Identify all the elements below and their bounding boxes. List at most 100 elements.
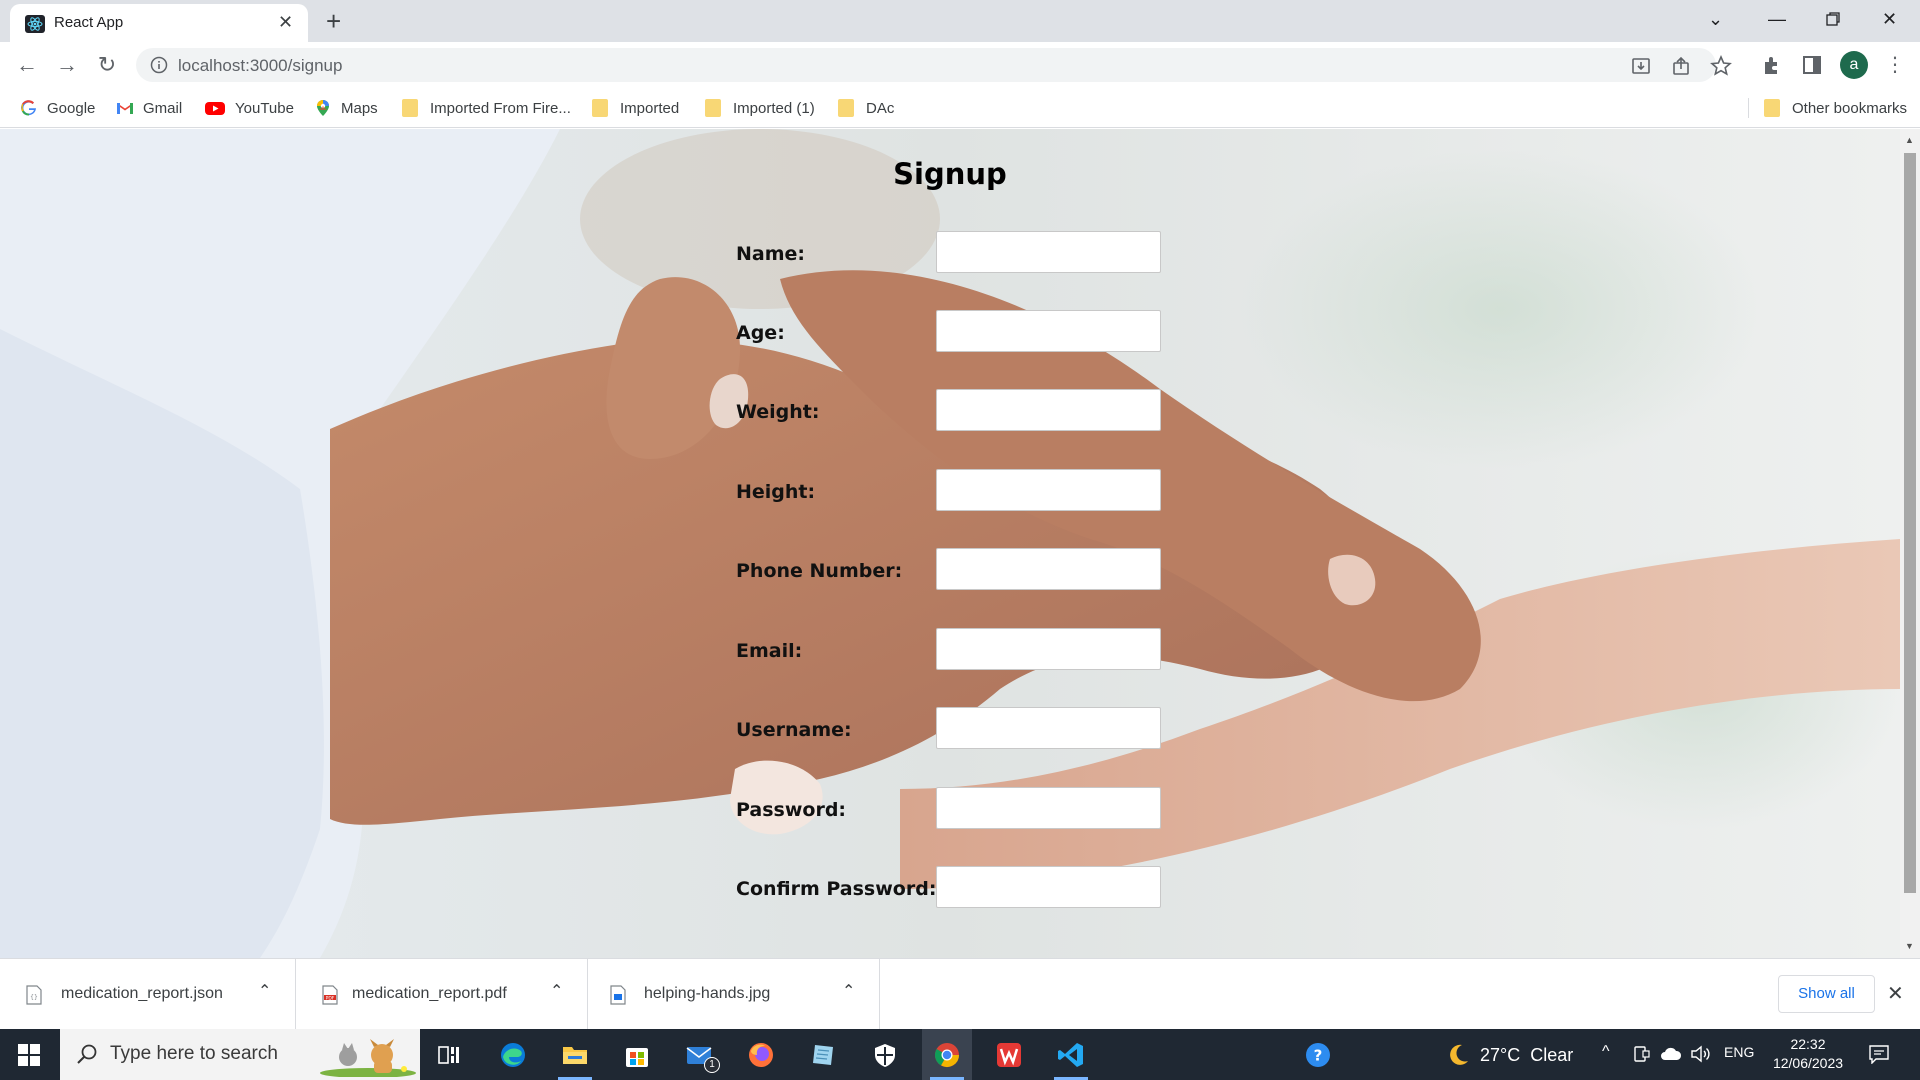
folder-icon (1764, 99, 1780, 117)
react-icon (25, 15, 45, 33)
weather-widget[interactable]: 27°C Clear (1444, 1041, 1573, 1069)
page-title: Signup (893, 157, 1007, 191)
taskbar-app-wps-office[interactable] (984, 1029, 1034, 1080)
shield-icon (875, 1044, 895, 1067)
name-label: Name: (736, 243, 806, 265)
bookmark-google[interactable]: Google (20, 97, 95, 119)
clock-date: 12/06/2023 (1772, 1055, 1844, 1071)
device-icon[interactable] (1632, 1045, 1650, 1063)
url-text[interactable]: localhost:3000/signup (178, 56, 342, 76)
bookmark-folder-imported[interactable]: Imported (592, 97, 679, 119)
taskbar-clock[interactable]: 22:32 12/06/2023 (1768, 1035, 1848, 1073)
download-filename: medication_report.json (61, 985, 223, 1002)
minimize-button[interactable]: — (1768, 6, 1786, 32)
download-item[interactable]: PDF medication_report.pdf ⌃ (296, 959, 588, 1030)
bookmark-label: YouTube (235, 99, 294, 117)
email-input[interactable] (936, 628, 1161, 670)
profile-avatar[interactable]: a (1840, 51, 1868, 79)
chevron-up-icon[interactable]: ⌃ (550, 981, 563, 1001)
help-icon[interactable]: ? (1304, 1041, 1332, 1069)
reload-button[interactable]: ↻ (92, 50, 122, 80)
taskbar-app-file-explorer[interactable] (550, 1029, 600, 1080)
bookmark-maps[interactable]: Maps (314, 97, 378, 119)
page-viewport: Signup Name: Age: Weight: Height: Phone … (0, 129, 1900, 958)
install-app-icon[interactable] (1630, 55, 1652, 77)
show-hidden-icons-chevron-icon[interactable]: ^ (1602, 1043, 1610, 1061)
chevron-up-icon[interactable]: ⌃ (842, 981, 855, 1001)
weight-input[interactable] (936, 389, 1161, 431)
bookmark-folder-imported-from-firefox[interactable]: Imported From Fire... (402, 97, 571, 119)
windows-start-icon[interactable] (18, 1044, 40, 1066)
height-input[interactable] (936, 469, 1161, 511)
language-indicator[interactable]: ENG (1724, 1044, 1754, 1060)
age-input[interactable] (936, 310, 1161, 352)
taskbar-app-security[interactable] (860, 1029, 910, 1080)
task-view-icon[interactable] (438, 1045, 460, 1065)
bookmarks-bar: Google Gmail YouTube Maps Imported From … (0, 88, 1920, 128)
close-window-button[interactable]: ✕ (1882, 6, 1897, 32)
extensions-puzzle-icon[interactable] (1761, 54, 1783, 76)
taskbar-app-mail[interactable]: 1 (674, 1029, 724, 1080)
bookmark-label: DAc (866, 99, 895, 117)
chevron-up-icon[interactable]: ⌃ (258, 981, 271, 1001)
scrollbar-thumb[interactable] (1904, 153, 1916, 893)
close-download-shelf-icon[interactable]: ✕ (1887, 981, 1904, 1006)
scroll-down-icon[interactable]: ▼ (1905, 941, 1914, 951)
page-scrollbar[interactable]: ▲ ▼ (1900, 129, 1920, 958)
weather-text: 27°C Clear (1480, 1044, 1574, 1065)
show-all-button[interactable]: Show all (1778, 975, 1875, 1013)
password-label: Password: (736, 799, 847, 821)
new-tab-button[interactable]: + (326, 6, 341, 36)
volume-icon[interactable] (1690, 1044, 1712, 1064)
address-bar[interactable]: localhost:3000/signup (136, 48, 1732, 82)
bookmark-folder-imported-1[interactable]: Imported (1) (705, 97, 815, 119)
bookmark-label: Imported (1) (733, 99, 815, 117)
tab-close-icon[interactable]: ✕ (278, 12, 293, 32)
bookmark-label: Maps (341, 99, 378, 117)
bookmark-label: Gmail (143, 99, 183, 117)
onedrive-cloud-icon[interactable] (1660, 1046, 1682, 1062)
forward-button[interactable]: → (52, 50, 82, 80)
bookmark-other-bookmarks[interactable]: Other bookmarks (1764, 97, 1907, 119)
scroll-up-icon[interactable]: ▲ (1905, 135, 1914, 145)
folder-icon (705, 99, 721, 117)
store-icon (626, 1048, 648, 1067)
bookmark-star-icon[interactable] (1710, 55, 1732, 77)
download-item[interactable]: {} medication_report.json ⌃ (0, 959, 296, 1030)
download-shelf: {} medication_report.json ⌃ PDF medicati… (0, 958, 1920, 1030)
browser-tab[interactable]: React App ✕ (10, 4, 308, 42)
side-panel-icon[interactable] (1801, 54, 1823, 76)
phone-number-input[interactable] (936, 548, 1161, 590)
bookmark-label: Other bookmarks (1792, 99, 1908, 117)
site-info-icon[interactable] (150, 56, 168, 74)
bookmark-youtube[interactable]: YouTube (204, 97, 294, 119)
tab-search-chevron-icon[interactable]: ⌄ (1708, 6, 1723, 32)
google-icon (21, 100, 36, 116)
confirm-password-input[interactable] (936, 866, 1161, 908)
download-item[interactable]: helping-hands.jpg ⌃ (588, 959, 880, 1030)
taskbar-app-chrome[interactable] (922, 1029, 972, 1080)
taskbar-app-firefox[interactable] (736, 1029, 786, 1080)
email-label: Email: (736, 640, 803, 662)
taskbar-search-box[interactable]: Type here to search (60, 1029, 420, 1080)
username-input[interactable] (936, 707, 1161, 749)
taskbar-app-vscode[interactable] (1046, 1029, 1096, 1080)
password-input[interactable] (936, 787, 1161, 829)
bookmarks-divider (1748, 98, 1749, 118)
svg-text:{}: {} (30, 994, 38, 1001)
taskbar-app-edge[interactable] (488, 1029, 538, 1080)
name-input[interactable] (936, 231, 1161, 273)
taskbar-app-notepad[interactable] (798, 1029, 848, 1080)
folder-icon (402, 99, 418, 117)
share-icon[interactable] (1670, 55, 1692, 77)
username-label: Username: (736, 719, 852, 741)
bookmark-gmail[interactable]: Gmail (116, 97, 182, 119)
windows-taskbar: Type here to search 1 ? 27°C Clear ^ ENG… (0, 1029, 1920, 1080)
bookmark-folder-dac[interactable]: DAc (838, 97, 894, 119)
restore-button[interactable] (1826, 12, 1840, 26)
browser-title-bar: React App ✕ + ⌄ — ✕ (0, 0, 1920, 42)
menu-kebab-icon[interactable]: ⋮ (1880, 50, 1910, 80)
notifications-icon[interactable] (1868, 1044, 1890, 1064)
back-button[interactable]: ← (12, 50, 42, 80)
taskbar-app-microsoft-store[interactable] (612, 1029, 662, 1080)
